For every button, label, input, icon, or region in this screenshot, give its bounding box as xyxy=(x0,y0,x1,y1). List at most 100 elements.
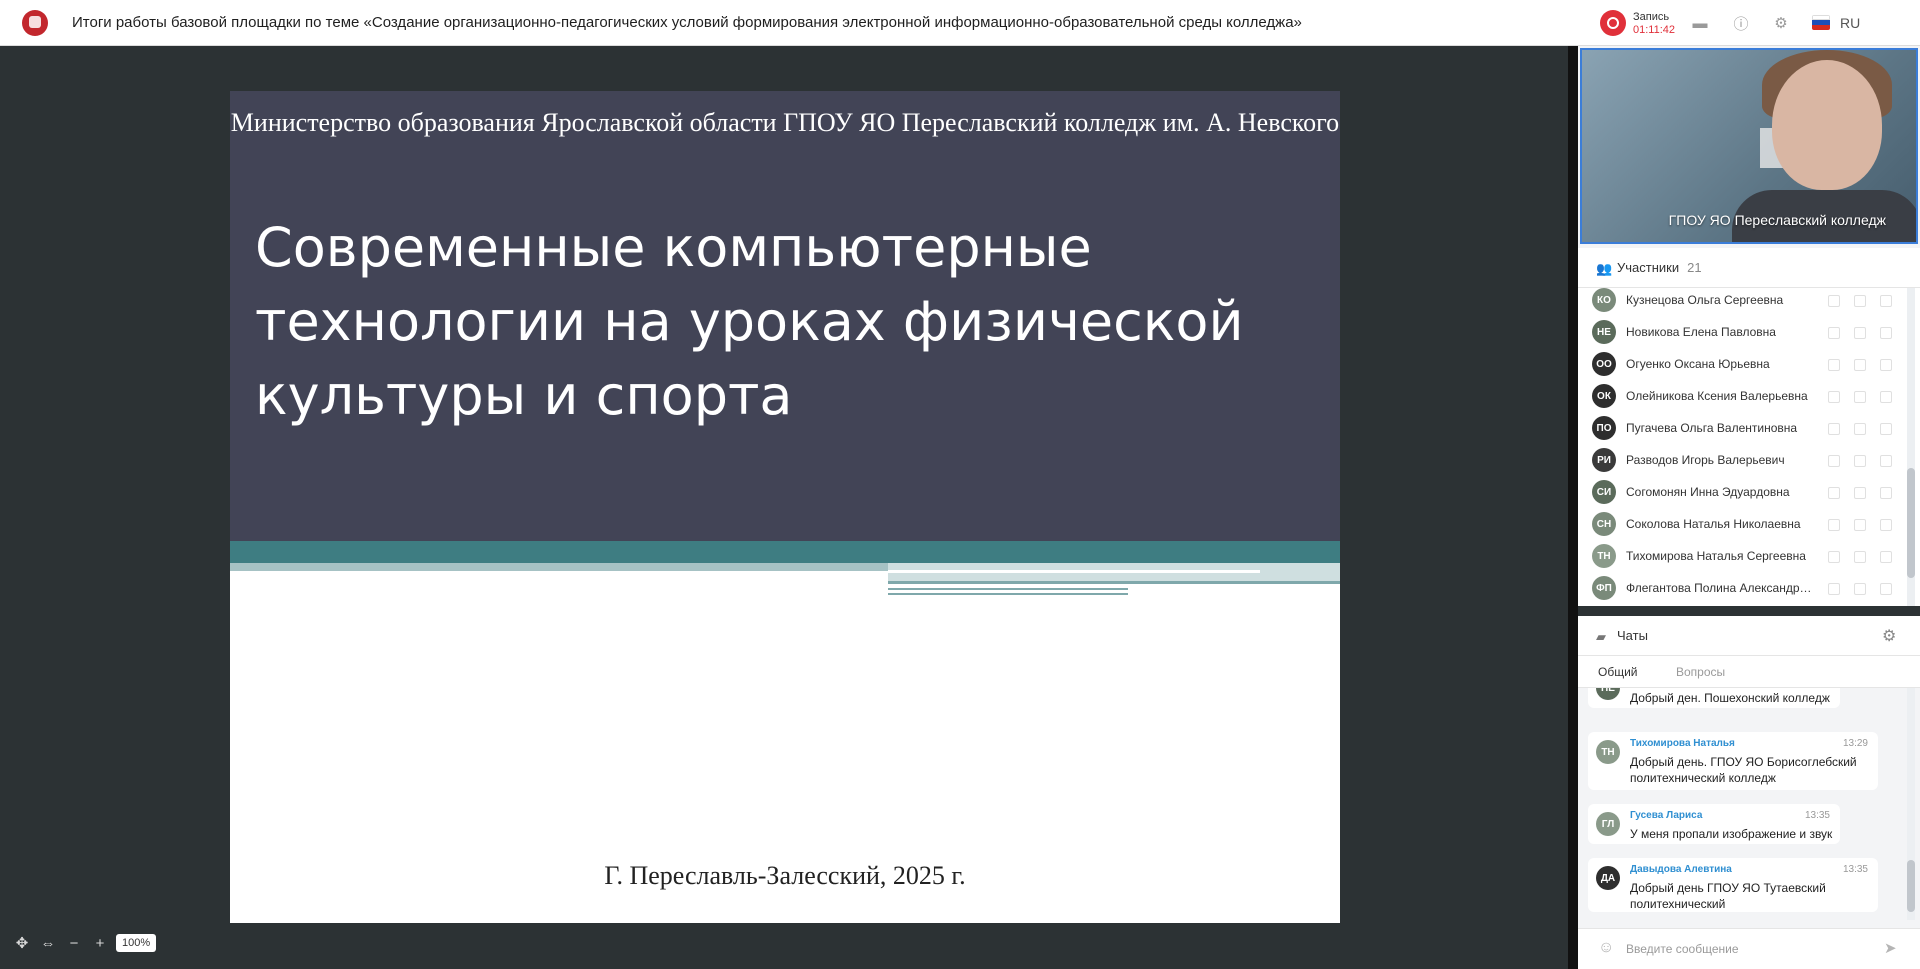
avatar: СИ xyxy=(1592,480,1616,504)
screen-status-icon xyxy=(1880,391,1892,403)
chat-message[interactable]: ГЛ Гусева Лариса 13:35 У меня пропали изобр… xyxy=(1588,804,1840,844)
chat-message[interactable]: ТН Тихомирова Наталья 13:29 Добрый день. ГП… xyxy=(1588,732,1878,790)
avatar: НЕ xyxy=(1596,688,1620,700)
participant-row[interactable]: НЕ Новикова Елена Павловна xyxy=(1578,316,1908,348)
participants-list: КО Кузнецова Ольга Сергеевна НЕ Новикова Ел… xyxy=(1578,288,1920,606)
mic-status-icon xyxy=(1828,423,1840,435)
participant-name: Разводов Игорь Валерьевич xyxy=(1626,453,1785,467)
avatar: ДА xyxy=(1596,866,1620,890)
avatar: СН xyxy=(1592,512,1616,536)
participant-row[interactable]: ТН Тихомирова Наталья Сергеевна xyxy=(1578,540,1908,572)
message-text: Добрый день. ГПОУ ЯО Борисоглебский поли… xyxy=(1630,755,1857,785)
slide-stripe xyxy=(230,563,888,571)
participants-header[interactable]: 👥 Участники 21 xyxy=(1578,248,1920,288)
screen-status-icon xyxy=(1880,295,1892,307)
send-icon[interactable]: ➤ xyxy=(1884,939,1897,957)
camera-status-icon xyxy=(1854,295,1866,307)
chat-icon: ▰ xyxy=(1596,629,1606,644)
message-author: Гусева Лариса xyxy=(1630,810,1703,821)
mic-status-icon xyxy=(1828,359,1840,371)
folder-icon[interactable]: ▬ xyxy=(1689,12,1711,34)
tab-general[interactable]: Общий xyxy=(1598,656,1638,690)
settings-icon[interactable]: ⚙ xyxy=(1770,12,1792,34)
move-icon[interactable]: ✥ xyxy=(12,933,32,953)
participant-row[interactable]: СИ Согомонян Инна Эдуардовна xyxy=(1578,476,1908,508)
presentation-slide: Министерство образования Ярославской обл… xyxy=(230,91,1340,923)
chat-message-list: НЕ Добрый ден. Пошехонский колледж ТН Тихом… xyxy=(1578,688,1920,920)
camera-status-icon xyxy=(1854,391,1866,403)
chats-header: ▰ Чаты xyxy=(1578,616,1920,656)
message-author: Тихомирова Наталья xyxy=(1630,738,1735,749)
zoom-controls: ✥ ⇔ − + 100% xyxy=(12,932,157,954)
recording-label: Запись xyxy=(1633,11,1670,23)
top-bar: Итоги работы базовой площадки по теме «С… xyxy=(0,0,1920,46)
mic-status-icon xyxy=(1828,551,1840,563)
flag-ru-icon[interactable] xyxy=(1812,15,1830,30)
mic-status-icon xyxy=(1828,455,1840,467)
participants-scrollbar[interactable] xyxy=(1907,288,1915,606)
slide-stripe xyxy=(888,588,1128,590)
screen-status-icon xyxy=(1880,327,1892,339)
participants-scroll-thumb[interactable] xyxy=(1907,468,1915,578)
info-icon[interactable]: ⓘ xyxy=(1730,12,1752,34)
record-icon[interactable] xyxy=(1600,10,1626,36)
chat-message[interactable]: НЕ Добрый ден. Пошехонский колледж xyxy=(1588,688,1840,708)
chat-input[interactable]: Введите сообщение xyxy=(1626,929,1739,969)
participant-name: Новикова Елена Павловна xyxy=(1626,325,1776,339)
camera-status-icon xyxy=(1854,359,1866,371)
participant-name: Пугачева Ольга Валентиновна xyxy=(1626,421,1798,435)
zoom-out-icon[interactable]: − xyxy=(64,933,84,953)
avatar: ФП xyxy=(1592,576,1616,600)
participant-row[interactable]: КО Кузнецова Ольга Сергеевна xyxy=(1578,288,1908,316)
message-time: 13:29 xyxy=(1842,738,1868,749)
screen-status-icon xyxy=(1880,519,1892,531)
avatar: ОО xyxy=(1592,352,1616,376)
participant-row[interactable]: ФП Флегантова Полина Александро... xyxy=(1578,572,1908,604)
participants-label: Участники xyxy=(1617,260,1680,275)
slide-stripe xyxy=(888,581,1340,584)
camera-status-icon xyxy=(1854,327,1866,339)
emoji-icon[interactable]: ☺ xyxy=(1598,939,1614,957)
slide-stripe xyxy=(888,593,1128,595)
participant-row[interactable]: ОО Огуенко Оксана Юрьевна xyxy=(1578,348,1908,380)
avatar: КО xyxy=(1592,288,1616,312)
chats-label: Чаты xyxy=(1617,628,1648,643)
mic-status-icon xyxy=(1828,487,1840,499)
chat-scrollbar[interactable] xyxy=(1907,688,1915,920)
screen-status-icon xyxy=(1880,583,1892,595)
participant-row[interactable]: ПО Пугачева Ольга Валентиновна xyxy=(1578,412,1908,444)
app-logo xyxy=(22,10,48,36)
chat-settings-icon[interactable]: ⚙ xyxy=(1882,626,1896,646)
slide-title: Современные компьютерные технологии на у… xyxy=(255,216,1244,427)
mic-status-icon xyxy=(1828,391,1840,403)
video-tile[interactable]: ГПОУ ЯО Переславский колледж xyxy=(1580,48,1918,244)
zoom-in-icon[interactable]: + xyxy=(90,933,110,953)
meeting-title: Итоги работы базовой площадки по теме «С… xyxy=(72,14,1302,31)
zoom-level[interactable]: 100% xyxy=(116,934,157,952)
chat-tabs: Общий Вопросы xyxy=(1578,656,1920,690)
participant-row[interactable]: СН Соколова Наталья Николаевна xyxy=(1578,508,1908,540)
message-text: У меня пропали изображение и звук xyxy=(1630,827,1833,841)
avatar: ПО xyxy=(1592,416,1616,440)
screen-status-icon xyxy=(1880,359,1892,371)
chat-scroll-thumb[interactable] xyxy=(1907,860,1915,912)
participant-row[interactable]: РИ Разводов Игорь Валерьевич xyxy=(1578,444,1908,476)
chat-input-bar: ☺ Введите сообщение ➤ xyxy=(1578,928,1920,969)
chat-message[interactable]: ДА Давыдова Алевтина 13:35 Добрый день ГПОУ… xyxy=(1588,858,1878,912)
camera-status-icon xyxy=(1854,487,1866,499)
camera-status-icon xyxy=(1854,583,1866,595)
slide-ministry-text: Министерство образования Ярославской обл… xyxy=(230,108,1340,137)
camera-status-icon xyxy=(1854,551,1866,563)
participant-name: Согомонян Инна Эдуардовна xyxy=(1626,485,1790,499)
slide-header-block: Министерство образования Ярославской обл… xyxy=(230,91,1340,541)
mic-status-icon xyxy=(1828,519,1840,531)
avatar: РИ xyxy=(1592,448,1616,472)
participant-row[interactable]: ОК Олейникова Ксения Валерьевна xyxy=(1578,380,1908,412)
fit-icon[interactable]: ⇔ xyxy=(38,933,58,953)
screen-status-icon xyxy=(1880,455,1892,467)
slide-stripe xyxy=(888,570,1260,573)
language-selector[interactable]: RU xyxy=(1840,0,1860,46)
stage-divider xyxy=(1568,46,1578,969)
camera-status-icon xyxy=(1854,519,1866,531)
tab-questions[interactable]: Вопросы xyxy=(1676,656,1725,688)
